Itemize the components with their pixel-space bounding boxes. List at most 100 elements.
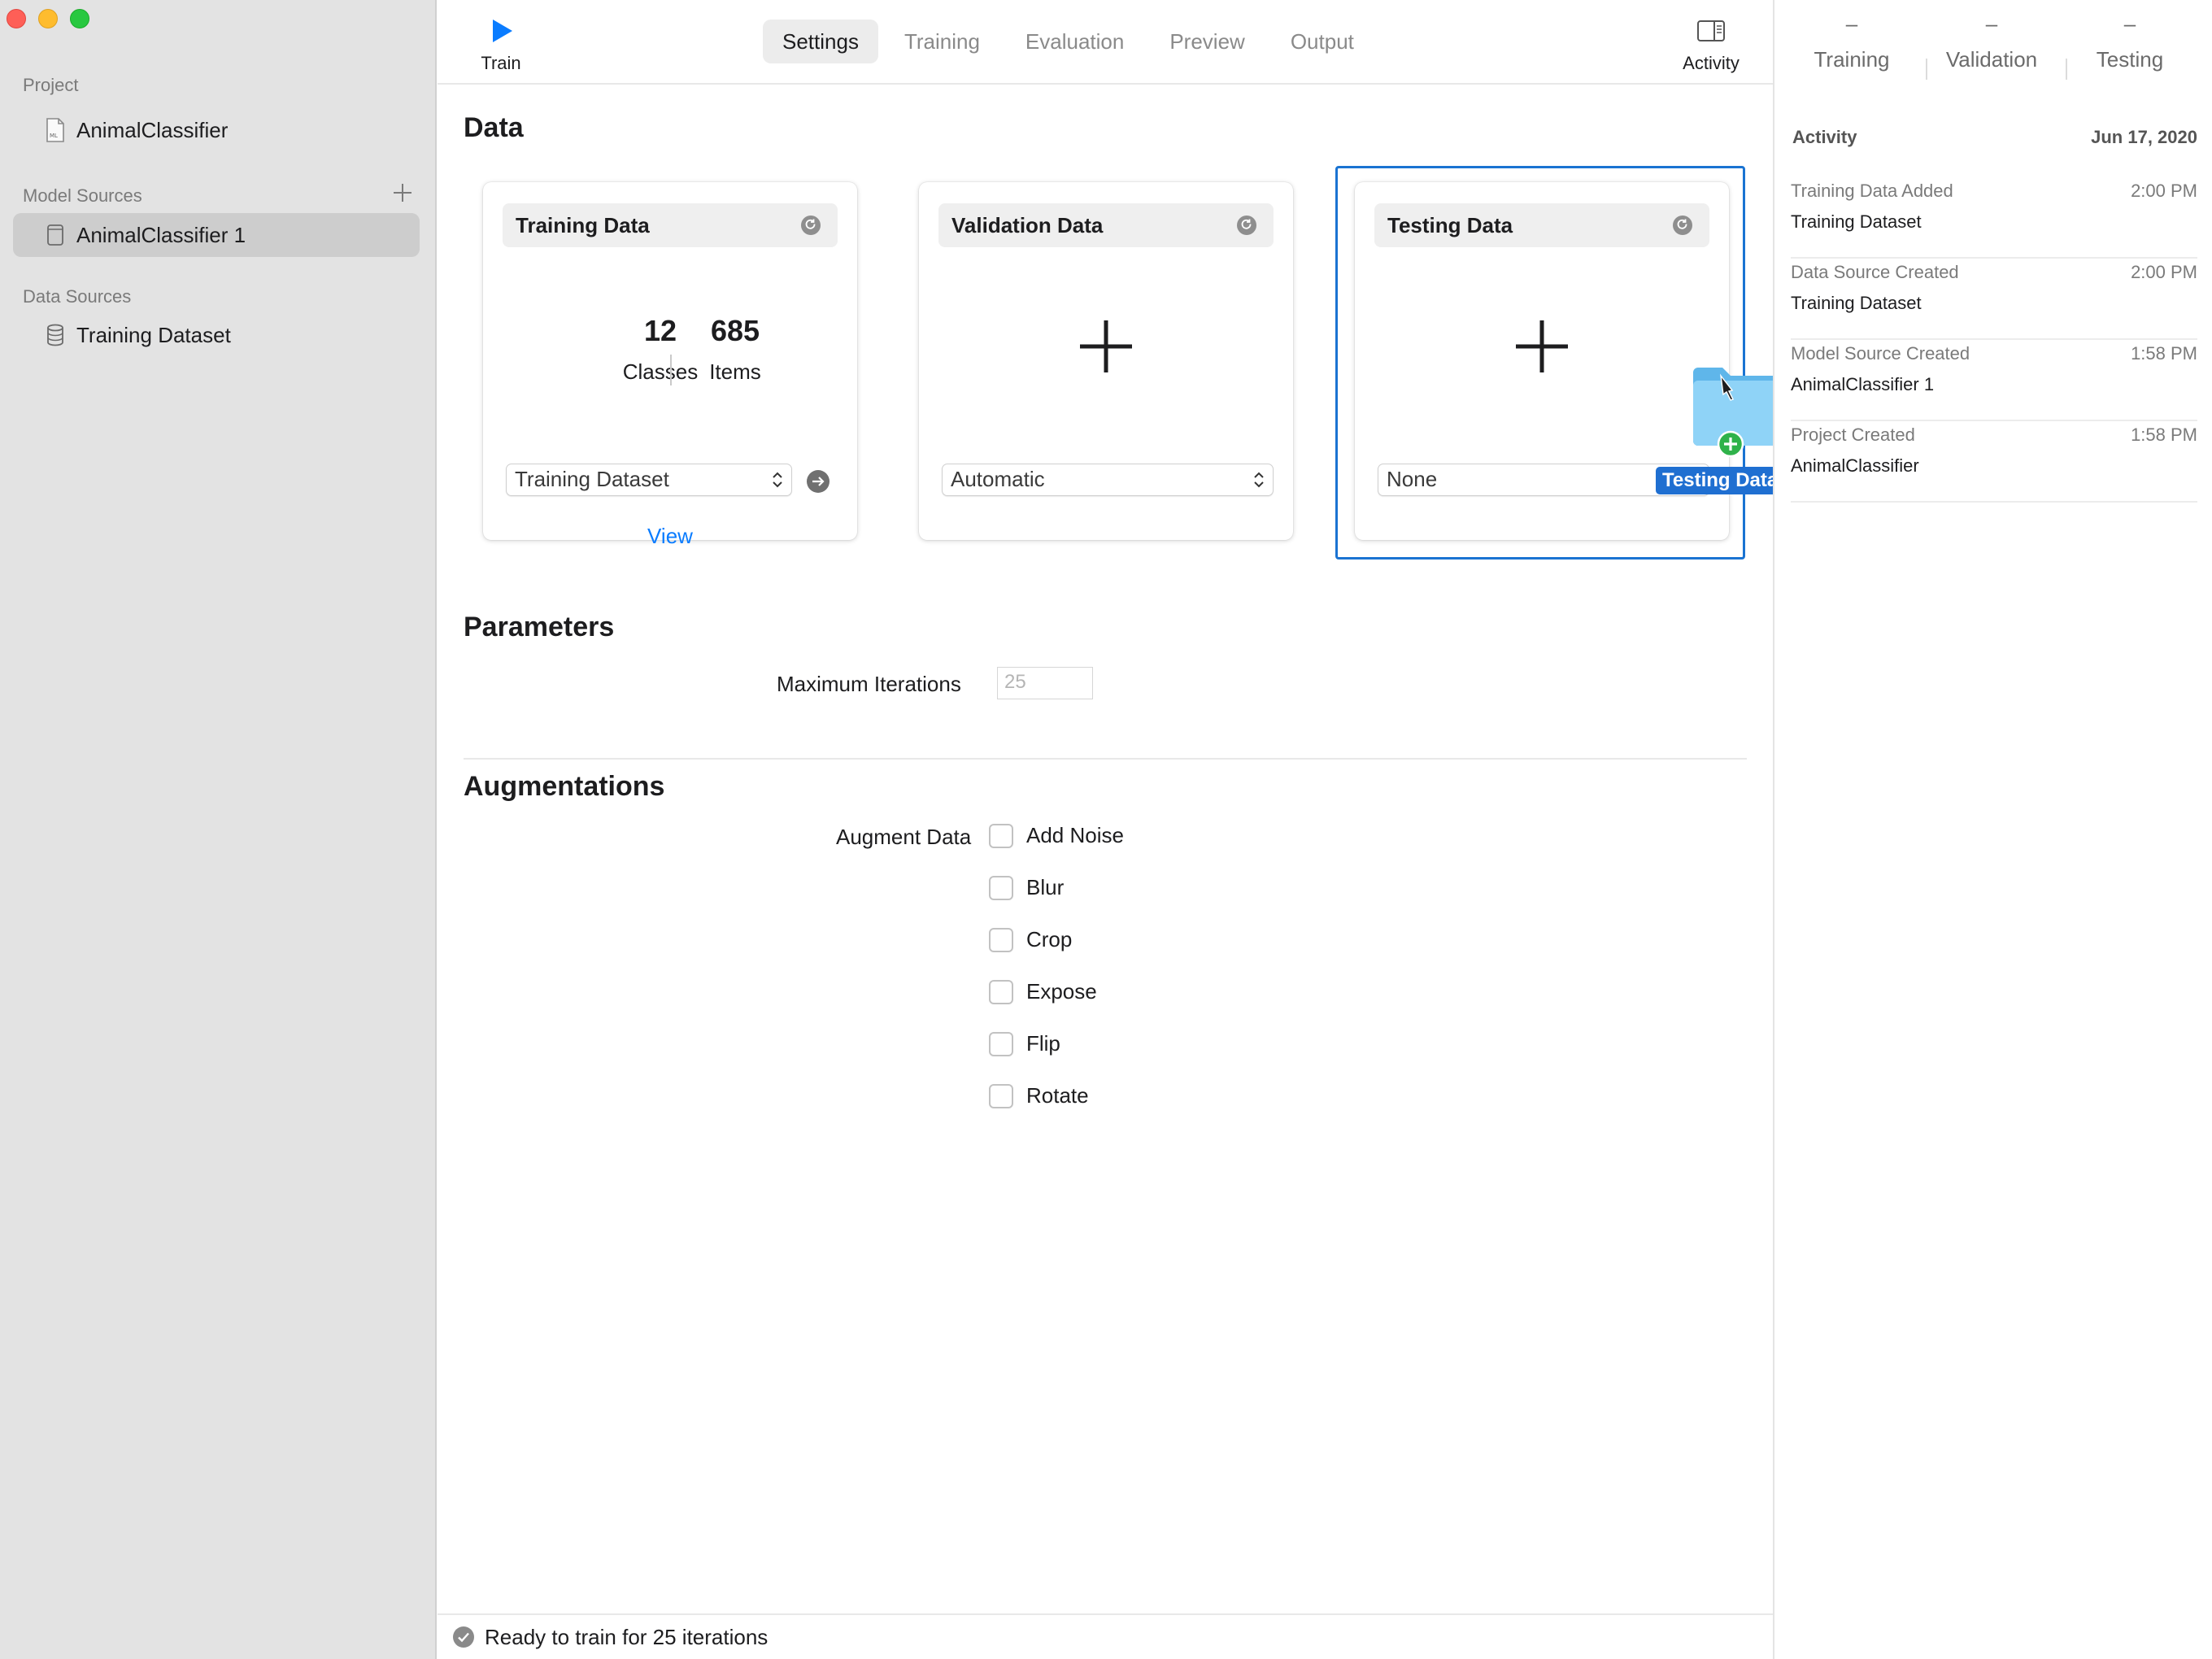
training-source-popup[interactable]: Training Dataset xyxy=(506,464,792,496)
activity-entry-subtitle: AnimalClassifier 1 xyxy=(1791,374,1935,394)
add-noise-label: Add Noise xyxy=(1026,823,1124,847)
add-testing-data-icon[interactable] xyxy=(1514,319,1570,374)
toolbar: Train Settings Training Evaluation Previ… xyxy=(438,0,1773,85)
training-card-header: Training Data xyxy=(503,203,838,247)
crop-label: Crop xyxy=(1026,927,1073,951)
activity-header-date: Jun 17, 2020 xyxy=(2091,127,2197,147)
section-divider xyxy=(464,758,1747,760)
blur-checkbox[interactable] xyxy=(989,875,1013,900)
augment-data-label: Augment Data xyxy=(836,825,972,849)
activity-entry-time: 1:58 PM xyxy=(2131,343,2197,364)
activity-entry-title: Data Source Created xyxy=(1791,262,1959,282)
augment-option-expose[interactable]: Expose xyxy=(989,979,1097,1004)
activity-entry-title: Project Created xyxy=(1791,425,1915,445)
tab-preview[interactable]: Preview xyxy=(1150,20,1264,63)
augment-option-blur[interactable]: Blur xyxy=(989,875,1064,900)
rotate-checkbox[interactable] xyxy=(989,1083,1013,1108)
validation-data-card: Validation Data Automatic xyxy=(919,182,1293,540)
metric-testing: – Testing xyxy=(2061,11,2199,72)
augment-option-add-noise[interactable]: Add Noise xyxy=(989,823,1124,848)
max-iterations-label: Maximum Iterations xyxy=(777,672,961,696)
augment-option-flip[interactable]: Flip xyxy=(989,1031,1060,1056)
metric-testing-value: – xyxy=(2123,11,2136,36)
sidebar-item-project[interactable]: ML AnimalClassifier xyxy=(13,108,420,152)
database-icon xyxy=(44,322,67,348)
training-source-value: Training Dataset xyxy=(515,467,669,491)
expose-checkbox[interactable] xyxy=(989,979,1013,1004)
add-model-source-icon[interactable] xyxy=(390,181,415,205)
close-window-button[interactable] xyxy=(7,9,26,28)
training-data-card: Training Data 12 Classes 685 Items View … xyxy=(483,182,857,548)
zoom-window-button[interactable] xyxy=(70,9,89,28)
activity-button[interactable]: Activity xyxy=(1670,20,1752,74)
arrow-right-circle-icon[interactable] xyxy=(805,468,831,494)
metrics-columns: – Training – Validation – Testing xyxy=(1774,11,2212,80)
activity-entry-subtitle: Training Dataset xyxy=(1791,211,1922,232)
activity-entry-time: 2:00 PM xyxy=(2131,262,2197,282)
window-controls xyxy=(7,9,89,28)
updown-chevron-icon xyxy=(773,472,782,488)
flip-checkbox[interactable] xyxy=(989,1031,1013,1056)
testing-source-value: None xyxy=(1387,467,1438,491)
train-label: Train xyxy=(481,53,521,73)
activity-entry: Project Created 1:58 PM AnimalClassifier xyxy=(1791,421,2197,503)
augment-option-crop[interactable]: Crop xyxy=(989,927,1072,952)
activity-panel: – Training – Validation – Testing Activi… xyxy=(1773,0,2212,1659)
reset-icon[interactable] xyxy=(800,215,821,236)
activity-entry-title: Model Source Created xyxy=(1791,343,1970,364)
crop-checkbox[interactable] xyxy=(989,927,1013,952)
expose-label: Expose xyxy=(1026,979,1097,1004)
metric-training: – Training xyxy=(1783,11,1921,72)
sidebar-item-model-source[interactable]: AnimalClassifier 1 xyxy=(13,213,420,257)
sidebar: Project ML AnimalClassifier Model Source… xyxy=(0,0,437,1659)
parameters-section-title: Parameters xyxy=(464,612,615,642)
tab-training[interactable]: Training xyxy=(885,20,999,63)
tab-output[interactable]: Output xyxy=(1271,20,1374,63)
minimize-window-button[interactable] xyxy=(38,9,58,28)
ml-document-icon: ML xyxy=(44,117,67,143)
reset-icon[interactable] xyxy=(1672,215,1693,236)
sidebar-section-model-sources: Model Sources xyxy=(23,185,142,206)
training-card-title: Training Data xyxy=(516,212,650,237)
tab-evaluation[interactable]: Evaluation xyxy=(1006,20,1143,63)
sidebar-toggle-icon xyxy=(1697,20,1725,41)
metric-validation-value: – xyxy=(1985,11,1998,36)
metric-training-label: Training xyxy=(1814,47,1890,72)
validation-source-value: Automatic xyxy=(951,467,1045,491)
metric-validation-label: Validation xyxy=(1945,47,2038,72)
status-bar: Ready to train for 25 iterations xyxy=(438,1613,1773,1659)
metric-training-value: – xyxy=(1845,11,1858,36)
data-section-title: Data xyxy=(464,112,524,143)
updown-chevron-icon xyxy=(1254,472,1264,488)
tab-bar: Settings Training Evaluation Preview Out… xyxy=(763,20,1374,63)
testing-card-title: Testing Data xyxy=(1387,212,1513,237)
activity-entry-subtitle: Training Dataset xyxy=(1791,293,1922,313)
sidebar-section-project: Project xyxy=(23,75,79,95)
validation-source-popup[interactable]: Automatic xyxy=(942,464,1274,496)
activity-entry: Training Data Added 2:00 PM Training Dat… xyxy=(1791,177,2197,259)
validation-card-title: Validation Data xyxy=(951,212,1104,237)
activity-entry-title: Training Data Added xyxy=(1791,181,1953,201)
sidebar-item-label: AnimalClassifier 1 xyxy=(76,222,246,247)
activity-entry-time: 2:00 PM xyxy=(2131,181,2197,201)
augment-option-rotate[interactable]: Rotate xyxy=(989,1083,1089,1108)
settings-content: Data Training Data 12 Classes 685 Items … xyxy=(438,85,1813,1613)
view-link[interactable]: View xyxy=(483,524,857,549)
items-label: Items xyxy=(709,359,761,384)
activity-header: Activity Jun 17, 2020 xyxy=(1792,127,2197,148)
tab-settings[interactable]: Settings xyxy=(763,20,878,63)
max-iterations-field[interactable]: 25 xyxy=(997,667,1093,699)
train-button[interactable]: Train xyxy=(467,16,535,74)
sidebar-section-data-sources: Data Sources xyxy=(23,286,132,307)
augmentations-section-title: Augmentations xyxy=(464,771,665,802)
testing-card-header: Testing Data xyxy=(1374,203,1709,247)
validation-card-header: Validation Data xyxy=(938,203,1274,247)
flip-label: Flip xyxy=(1026,1031,1060,1056)
play-icon xyxy=(493,20,512,42)
add-noise-checkbox[interactable] xyxy=(989,823,1013,848)
metric-validation: – Validation xyxy=(1922,11,2061,72)
add-validation-data-icon[interactable] xyxy=(1078,319,1134,374)
rotate-label: Rotate xyxy=(1026,1083,1089,1108)
reset-icon[interactable] xyxy=(1236,215,1257,236)
sidebar-item-data-source[interactable]: Training Dataset xyxy=(13,313,420,357)
